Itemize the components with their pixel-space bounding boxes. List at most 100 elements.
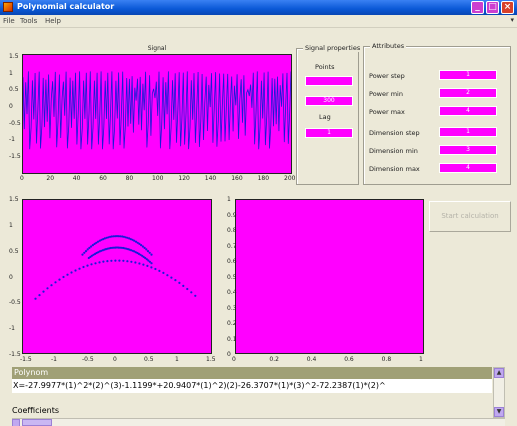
dimension-max-label: Dimension max [369,165,420,173]
phase-y-tick: -1 [9,325,15,333]
phase-point [83,251,86,254]
points-field[interactable]: 300 [305,96,353,106]
phase-point [78,267,81,270]
signal-y-tick: 0 [9,103,13,110]
signal-plot [22,54,292,174]
signal-series-line [22,71,292,150]
menu-help[interactable]: Help [45,17,61,25]
phase-y-tick: 1.5 [9,196,19,203]
phase-point [38,294,41,297]
phase-point [70,271,73,274]
phase-point [174,279,177,282]
result-x-tick: 0.4 [306,356,317,363]
signal-x-tick: 40 [72,175,81,182]
chevron-down-icon[interactable]: ▾ [510,16,514,24]
menu-tools[interactable]: Tools [20,17,37,25]
phase-point [186,287,189,291]
phase-point [84,250,88,253]
coefficients-label: Coefficients [12,406,60,415]
phase-point [170,276,173,279]
dimension-min-field[interactable]: 3 [439,145,497,155]
power-step-field[interactable]: 1 [439,70,497,80]
phase-point [146,250,150,253]
signal-x-tick: 60 [99,175,107,182]
signal-x-tick: 20 [46,175,55,182]
signal-field-top[interactable] [305,76,353,86]
scroll-up-icon[interactable]: ▲ [494,368,504,378]
phase-point [190,291,193,294]
phase-plot [22,199,212,354]
signal-x-tick: 100 [152,175,164,182]
menu-bar: File Tools Help ▾ [0,15,517,28]
phase-x-tick: -1 [51,356,57,363]
attributes-title: Attributes [370,42,407,50]
phase-point [50,284,53,287]
phase-point [42,290,45,293]
phase-point [141,245,144,248]
polynom-text[interactable]: X=-27.9977*(1)^2*(2)^(3)-1.1199*+20.9407… [12,379,492,393]
scroll-down-icon[interactable]: ▼ [494,407,504,417]
start-calculation-button[interactable]: Start calculation [429,201,511,232]
result-y-tick: 0.8 [227,227,237,234]
signal-properties-panel: Signal properties Points 300 Lag 1 [296,44,363,185]
results-vertical-scrollbar[interactable]: ▲ ▼ [493,367,505,418]
result-y-tick: 0.1 [227,335,237,343]
phase-point [178,281,181,284]
phase-x-tick: 1.5 [206,356,216,363]
phase-point [150,266,153,269]
phase-x-tick: -0.5 [82,356,94,363]
phase-point [34,297,37,300]
phase-point [182,284,185,287]
phase-point [143,246,146,249]
phase-x-tick: -1.5 [20,356,32,363]
signal-x-tick: 180 [257,175,270,182]
phase-point [102,260,105,263]
power-max-field[interactable]: 4 [439,106,497,116]
signal-x-tick: 160 [231,175,243,182]
phase-point [94,262,97,265]
dimension-step-field[interactable]: 1 [439,127,497,137]
lag-field[interactable]: 1 [305,128,353,138]
phase-y-tick: -0.5 [9,299,21,307]
scroll-left-icon[interactable] [12,419,20,426]
phase-point [162,271,165,274]
phase-point [110,259,113,262]
signal-y-tick: -1.5 [9,153,21,160]
phase-y-tick: 0.5 [9,247,19,255]
phase-y-tick: -1.5 [9,351,21,358]
phase-point [46,287,49,290]
phase-point [62,275,65,279]
phase-point [148,251,151,254]
phase-point [146,264,149,267]
result-x-tick: 0.8 [381,356,392,363]
attributes-panel: Attributes Power step 1 Power min 2 Powe… [363,42,511,185]
dimension-max-field[interactable]: 4 [439,163,497,173]
dimension-step-label: Dimension step [369,129,420,137]
power-min-field[interactable]: 2 [439,88,497,98]
signal-plot-title: Signal [147,45,167,52]
phase-point [142,263,145,266]
phase-y-tick: 1 [9,221,13,229]
dimension-min-label: Dimension min [369,147,418,155]
phase-point [138,262,141,265]
minimize-button[interactable]: _ [471,1,484,14]
power-min-label: Power min [369,90,403,98]
results-horizontal-scrollbar[interactable] [12,418,505,426]
power-max-label: Power max [369,108,405,116]
title-bar: Polynomial calculator _ □ × [0,0,517,15]
signal-x-tick: 0 [20,175,24,182]
phase-point [118,259,121,262]
window-title: Polynomial calculator [17,2,115,11]
phase-point [58,278,61,281]
phase-point [150,262,153,265]
phase-x-tick: 0.5 [144,356,154,363]
points-label: Points [315,63,335,71]
maximize-button[interactable]: □ [486,1,499,14]
phase-point [86,248,89,251]
scroll-thumb[interactable] [22,419,52,426]
phase-point [86,264,89,267]
menu-file[interactable]: File [3,17,15,25]
phase-point [126,260,129,263]
close-button[interactable]: × [501,1,514,14]
result-y-tick: 0.7 [227,242,237,250]
